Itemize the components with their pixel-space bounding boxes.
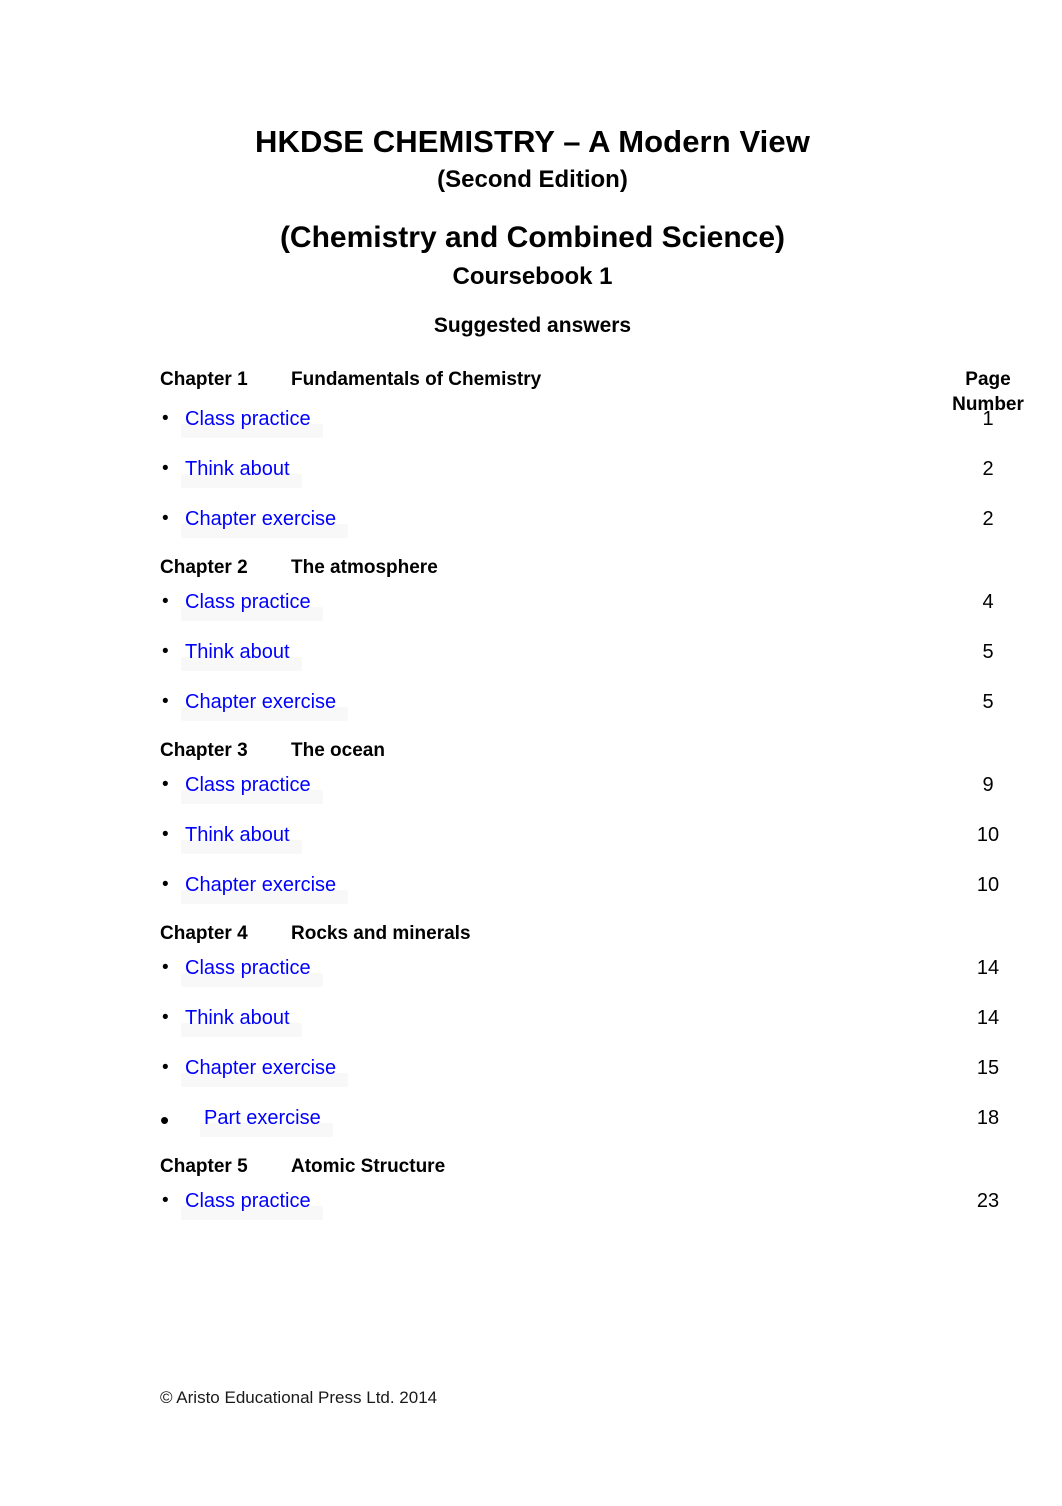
chapter-title-label: The atmosphere — [291, 557, 438, 578]
contents-entry-page-number: 14 — [976, 1007, 1000, 1029]
bullet-large-icon: • — [160, 1105, 170, 1135]
bullet-icon: • — [162, 874, 169, 895]
contents-entry-link[interactable]: Think about — [185, 821, 290, 849]
bullet-icon: • — [162, 458, 169, 479]
chapter-number-label: Chapter 4 — [160, 923, 248, 944]
chapter-heading: Chapter 1 Fundamentals of Chemistry Page Nu… — [160, 367, 1024, 415]
contents-entry-page-number: 2 — [982, 508, 994, 530]
contents-entry-link[interactable]: Class practice — [185, 1187, 311, 1215]
document-title: HKDSE CHEMISTRY – A Modern View — [255, 124, 810, 159]
contents-entry-page-number: 10 — [976, 874, 1000, 896]
contents-entry: • Think about 2 — [160, 455, 994, 505]
page-header-line-1: Page — [965, 369, 1011, 390]
chapter-title-label: The ocean — [291, 740, 385, 761]
contents-entry: • Class practice 9 — [160, 771, 994, 821]
contents-entry: • Chapter exercise 5 — [160, 688, 994, 738]
contents-entry-link[interactable]: Class practice — [185, 771, 311, 799]
contents-list: Chapter 1 Fundamentals of Chemistry Page Nu… — [160, 367, 1024, 1229]
contents-entry-page-number: 5 — [982, 691, 994, 713]
chapter-heading: Chapter 5 Atomic Structure — [160, 1154, 905, 1187]
contents-entry: • Think about 5 — [160, 638, 994, 688]
contents-entry: • Chapter exercise 15 — [160, 1054, 999, 1104]
bullet-icon: • — [162, 1007, 169, 1028]
bullet-icon: • — [162, 957, 169, 978]
contents-entry-page-number: 9 — [982, 774, 994, 796]
chapter-title-label: Atomic Structure — [291, 1156, 446, 1177]
contents-entry-page-number: 15 — [976, 1057, 1000, 1079]
chapter-heading: Chapter 4 Rocks and minerals — [160, 921, 905, 954]
bullet-icon: • — [162, 508, 169, 529]
contents-entry-link[interactable]: Class practice — [185, 405, 311, 433]
contents-entry: • Chapter exercise 10 — [160, 871, 999, 921]
contents-entry-link[interactable]: Chapter exercise — [185, 688, 336, 716]
title-block: HKDSE CHEMISTRY – A Modern View (Second … — [160, 122, 905, 341]
contents-entry-page-number: 4 — [982, 591, 994, 613]
contents-entry-page-number: 14 — [976, 957, 1000, 979]
bullet-icon: • — [162, 591, 169, 612]
contents-entry-link[interactable]: Think about — [185, 1004, 290, 1032]
footer-copyright: © Aristo Educational Press Ltd. 2014 — [160, 1388, 438, 1407]
contents-entry: • Class practice 4 — [160, 588, 994, 638]
chapter-title-label: Fundamentals of Chemistry — [291, 369, 542, 390]
bullet-icon: • — [162, 774, 169, 795]
contents-entry-link[interactable]: Class practice — [185, 588, 311, 616]
chapter-heading: Chapter 3 The ocean — [160, 738, 905, 771]
chapter-number-label: Chapter 5 — [160, 1156, 248, 1177]
contents-entry-link[interactable]: Chapter exercise — [185, 1054, 336, 1082]
contents-entry-link[interactable]: Think about — [185, 455, 290, 483]
document-section-heading: Suggested answers — [433, 314, 632, 337]
contents-entry: • Chapter exercise 2 — [160, 505, 994, 555]
chapter-number-label: Chapter 2 — [160, 557, 248, 578]
bullet-icon: • — [162, 1057, 169, 1078]
contents-entry-link[interactable]: Chapter exercise — [185, 871, 336, 899]
contents-entry-page-number: 23 — [976, 1190, 1000, 1212]
contents-entry: • Think about 10 — [160, 821, 999, 871]
chapter-number-label: Chapter 3 — [160, 740, 248, 761]
contents-entry-link[interactable]: Chapter exercise — [185, 505, 336, 533]
contents-entry: • Part exercise 18 — [160, 1104, 999, 1154]
contents-entry: • Think about 14 — [160, 1004, 999, 1054]
contents-entry-link[interactable]: Part exercise — [204, 1104, 321, 1132]
contents-entry: • Class practice 1 — [160, 405, 994, 455]
chapter-heading: Chapter 2 The atmosphere — [160, 555, 905, 588]
bullet-icon: • — [162, 1190, 169, 1211]
document-subject: (Chemistry and Combined Science) — [279, 221, 786, 254]
bullet-icon: • — [162, 691, 169, 712]
bullet-icon: • — [162, 408, 169, 429]
chapter-number-label: Chapter 1 — [160, 369, 248, 390]
contents-entry-page-number: 18 — [976, 1107, 1000, 1129]
contents-entry: • Class practice 14 — [160, 954, 999, 1004]
contents-entry-link[interactable]: Think about — [185, 638, 290, 666]
contents-entry-page-number: 10 — [976, 824, 1000, 846]
document-edition: (Second Edition) — [437, 166, 628, 193]
chapter-title-label: Rocks and minerals — [291, 923, 471, 944]
contents-entry: • Class practice 23 — [160, 1187, 999, 1229]
bullet-icon: • — [162, 824, 169, 845]
contents-entry-page-number: 1 — [982, 408, 994, 430]
contents-entry-page-number: 5 — [982, 641, 994, 663]
document-page: HKDSE CHEMISTRY – A Modern View (Second … — [0, 0, 1062, 1506]
document-coursebook: Coursebook 1 — [452, 263, 613, 290]
bullet-icon: • — [162, 641, 169, 662]
contents-entry-link[interactable]: Class practice — [185, 954, 311, 982]
contents-entry-page-number: 2 — [982, 458, 994, 480]
